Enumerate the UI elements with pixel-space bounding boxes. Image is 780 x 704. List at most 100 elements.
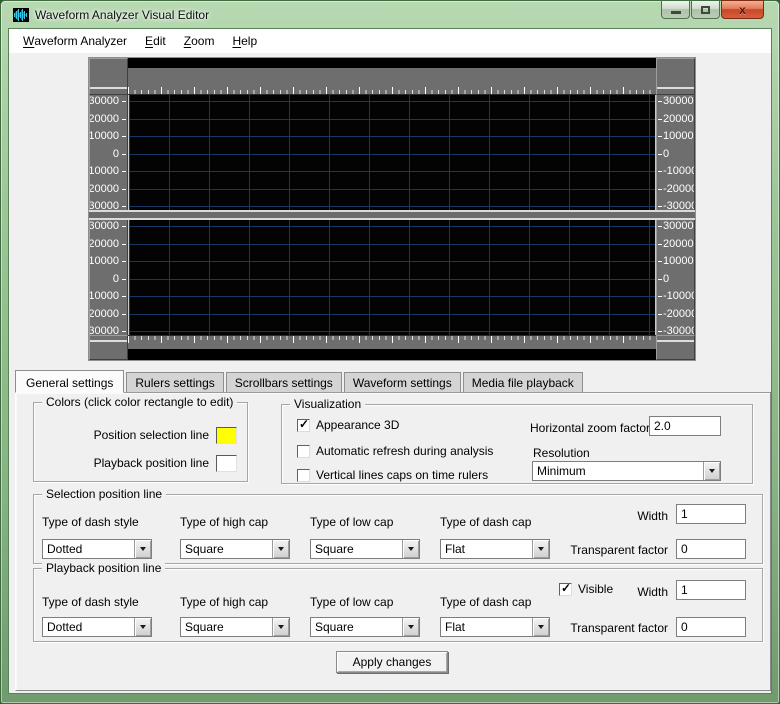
ruler-label: 30000 [663,95,694,107]
dropdown-button[interactable] [532,618,549,636]
menu-item-edit[interactable]: Edit [136,29,175,53]
ruler-label: 20000 [663,113,694,125]
ruler-label: 20000 [89,113,119,125]
bottom-scroll-area [128,349,656,360]
ruler-label: -10000 [663,165,695,177]
high-cap-dropdown[interactable]: Square [180,539,290,559]
playback-transparent-input[interactable] [676,617,746,637]
dropdown-button[interactable] [703,462,720,480]
ruler-tick [658,331,662,332]
chevron-down-icon [709,469,715,473]
title-bar[interactable]: Waveform Analyzer Visual Editor x [8,1,772,28]
dash-cap-dropdown[interactable]: Flat [440,539,550,559]
dropdown-button[interactable] [272,618,289,636]
colors-group: Colors (click color rectangle to edit) P… [33,402,248,482]
ruler-label: 30000 [89,95,119,107]
horizontal-zoom-input[interactable] [649,416,721,436]
window-title: Waveform Analyzer Visual Editor [35,8,209,22]
vertical-caps-checkbox[interactable] [297,469,310,482]
chevron-down-icon [538,547,544,551]
chevron-down-icon [140,547,146,551]
appearance-3d-checkbox[interactable] [297,419,310,432]
visible-checkbox[interactable] [559,583,572,596]
tab-rulers-settings[interactable]: Rulers settings [126,372,223,392]
menu-bar: Waveform AnalyzerEditZoomHelp [9,29,771,53]
transparent-factor-label: Transparent factor [559,621,668,635]
waveform-plot[interactable] [128,95,656,210]
waveform-channel-1: 3000020000100000-10000-20000-30000 30000… [89,95,695,210]
dropdown-button[interactable] [532,540,549,558]
appearance-3d-row: Appearance 3D [297,418,399,432]
amplitude-gridline [129,331,655,332]
selection-transparent-input[interactable] [676,539,746,559]
selection-group-title: Selection position line [42,487,166,501]
dash-cap-label: Type of dash cap [440,595,531,609]
ruler-label: 10000 [663,255,694,267]
maximize-button[interactable] [691,0,720,19]
minimize-icon [671,11,681,14]
playback-position-color-swatch[interactable] [216,455,237,472]
dropdown-button[interactable] [134,540,151,558]
ruler-tick [658,136,662,137]
vertical-caps-label: Vertical lines caps on time rulers [316,468,488,482]
app-window: Waveform Analyzer Visual Editor x Wavefo… [0,0,780,704]
ruler-label: -10000 [89,165,119,177]
chevron-down-icon [408,547,414,551]
tab-general-settings[interactable]: General settings [15,370,124,393]
low-cap-dropdown[interactable]: Square [310,617,420,637]
dash-style-dropdown[interactable]: Dotted [42,539,152,559]
amplitude-gridline [129,244,655,245]
width-label: Width [594,509,668,523]
dash-cap-dropdown[interactable]: Flat [440,617,550,637]
amplitude-ruler-left: 3000020000100000-10000-20000-30000 [89,95,128,210]
low-cap-dropdown[interactable]: Square [310,539,420,559]
tab-media-file-playback[interactable]: Media file playback [463,372,583,392]
ruler-tick [658,189,662,190]
auto-refresh-checkbox[interactable] [297,445,310,458]
menu-item-zoom[interactable]: Zoom [175,29,224,53]
amplitude-ruler-right: 3000020000100000-10000-20000-30000 [656,220,695,335]
waveform-channel-2: 3000020000100000-10000-20000-30000 30000… [89,220,695,335]
ruler-label: 0 [113,148,119,160]
dropdown-button[interactable] [272,540,289,558]
time-ruler-bottom[interactable] [128,335,656,349]
amplitude-gridline [129,206,655,207]
low-cap-value: Square [311,618,402,636]
tab-scrollbars-settings[interactable]: Scrollbars settings [226,372,342,392]
close-button[interactable]: x [721,0,764,19]
position-selection-color-swatch[interactable] [216,427,237,444]
ruler-label: -20000 [89,308,119,320]
ruler-tick [122,206,126,207]
dash-cap-label: Type of dash cap [440,515,531,529]
dropdown-button[interactable] [402,540,419,558]
dropdown-button[interactable] [402,618,419,636]
selection-width-input[interactable] [676,504,746,524]
ruler-tick [122,279,126,280]
ruler-tick [122,101,126,102]
dropdown-button[interactable] [134,618,151,636]
amplitude-gridline [129,101,655,102]
position-selection-color-row: Position selection line [94,426,237,444]
apply-changes-button[interactable]: Apply changes [336,651,448,673]
resolution-value: Minimum [533,462,703,480]
ruler-corner-bottom-right [656,335,695,360]
waveform-display: 3000020000100000-10000-20000-30000 30000… [89,58,695,360]
tab-waveform-settings[interactable]: Waveform settings [344,372,461,392]
ruler-tick [658,101,662,102]
menu-item-help[interactable]: Help [223,29,266,53]
ruler-tick [658,261,662,262]
high-cap-dropdown[interactable]: Square [180,617,290,637]
menu-item-waveform-analyzer[interactable]: Waveform Analyzer [14,29,136,53]
ruler-corner-top-left [89,58,128,95]
time-ruler-top[interactable] [128,68,656,95]
app-icon [13,7,29,23]
amplitude-gridline [129,314,655,315]
minimize-button[interactable] [661,0,690,19]
amplitude-gridline [129,279,655,280]
playback-width-input[interactable] [676,580,746,600]
dash-style-dropdown[interactable]: Dotted [42,617,152,637]
window-controls: x [660,0,764,19]
waveform-plot[interactable] [128,220,656,335]
auto-refresh-row: Automatic refresh during analysis [297,444,493,458]
resolution-dropdown[interactable]: Minimum [532,461,721,481]
